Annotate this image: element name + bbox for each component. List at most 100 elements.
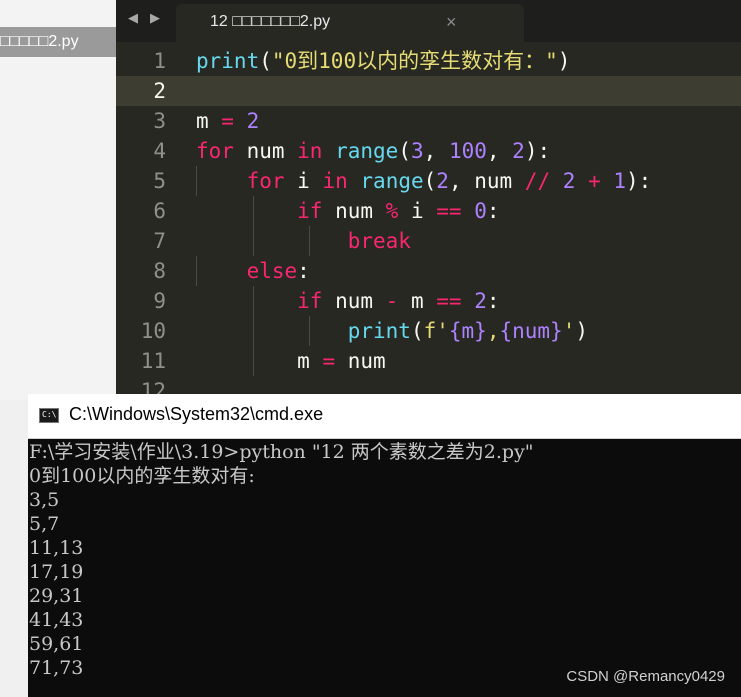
- line-number: 3: [153, 109, 166, 133]
- code-token: num: [322, 199, 386, 223]
- output-line: 0到100以内的孪生数对有:: [29, 465, 255, 487]
- code-token: =: [208, 109, 247, 133]
- code-token: 0: [474, 199, 487, 223]
- code-line: m = num: [196, 346, 651, 376]
- close-icon[interactable]: ×: [446, 12, 457, 33]
- line-number: 2: [153, 79, 166, 103]
- indent-guide: [253, 346, 254, 376]
- code-token: (: [398, 139, 411, 163]
- tab-bar: ◀ ▶ 12 □□□□□□□2.py ×: [116, 0, 741, 42]
- output-line: F:\学习安装\作业\3.19>python "12 两个素数之差为2.py": [29, 441, 534, 463]
- cmd-window[interactable]: C:\ C:\Windows\System32\cmd.exe F:\学习安装\…: [28, 394, 741, 697]
- code-token: 2: [246, 109, 260, 133]
- code-token: m: [196, 109, 209, 133]
- code-line: print(f'{m},{num}'): [196, 316, 651, 346]
- code-token: {m}: [448, 319, 487, 343]
- line-number: 5: [153, 169, 166, 193]
- code-token: ): [557, 49, 571, 73]
- code-token: ,: [486, 139, 513, 163]
- indent-guide: [309, 226, 310, 256]
- code-area[interactable]: print("0到100以内的孪生数对有：") m = 2 for num in…: [196, 46, 651, 376]
- line-number: 10: [140, 319, 166, 343]
- line-number: 7: [153, 229, 166, 253]
- terminal-icon-text: C:\: [42, 410, 57, 419]
- code-token: ': [562, 319, 576, 343]
- code-token: =: [309, 349, 348, 373]
- code-line: if num - m == 2:: [196, 286, 651, 316]
- line-number: 9: [153, 289, 166, 313]
- file-tab-title: 12 □□□□□□□2.py: [210, 13, 331, 30]
- code-token: else: [246, 259, 298, 283]
- code-token: 2: [474, 289, 487, 313]
- code-token: 2: [562, 169, 576, 193]
- code-line: else:: [196, 256, 651, 286]
- output-line: 5,7: [29, 513, 60, 535]
- code-token: :: [486, 289, 500, 313]
- code-token: %: [385, 199, 399, 223]
- code-token: range: [360, 169, 424, 193]
- code-token: :: [486, 199, 500, 223]
- forward-arrow-icon[interactable]: ▶: [150, 10, 160, 26]
- code-token: if: [297, 199, 323, 223]
- cmd-title-bar[interactable]: C:\ C:\Windows\System32\cmd.exe: [28, 394, 741, 439]
- code-token: , num: [448, 169, 525, 193]
- code-token: num: [322, 289, 386, 313]
- code-token: (: [423, 169, 437, 193]
- terminal-icon: C:\: [39, 408, 59, 423]
- code-token: if: [297, 289, 323, 313]
- code-token: :: [297, 259, 310, 283]
- code-token: 100: [448, 139, 487, 163]
- code-token: (: [259, 49, 272, 73]
- code-token: i: [284, 169, 323, 193]
- code-token: f': [423, 319, 449, 343]
- code-token: ): [575, 319, 589, 343]
- code-token: in: [322, 169, 348, 193]
- code-token: (: [410, 319, 424, 343]
- output-line: 41,43: [29, 609, 84, 631]
- indent-guide: [196, 166, 197, 196]
- code-editor[interactable]: ◀ ▶ 12 □□□□□□□2.py × 1 2 3 4 5 6 7 8 9 1…: [116, 0, 741, 400]
- indent-guide: [196, 256, 197, 286]
- code-token: in: [297, 139, 323, 163]
- back-arrow-icon[interactable]: ◀: [128, 10, 138, 26]
- code-token: "0到100以内的孪生数对有：": [271, 49, 558, 73]
- code-token: range: [335, 139, 399, 163]
- code-token: break: [347, 229, 411, 253]
- code-token: for: [196, 139, 234, 163]
- output-line: 17,19: [29, 561, 84, 583]
- code-token: m: [297, 349, 310, 373]
- code-token: num: [347, 349, 386, 373]
- output-line: 3,5: [29, 489, 60, 511]
- line-number: 11: [140, 349, 166, 373]
- code-line: m = 2: [196, 106, 651, 136]
- code-token: m: [398, 289, 437, 313]
- line-number: 8: [153, 259, 166, 283]
- code-token: num: [233, 139, 298, 163]
- code-token: +: [588, 169, 601, 193]
- code-token: print: [347, 319, 411, 343]
- output-line: 59,61: [29, 633, 84, 655]
- indent-guide: [253, 196, 254, 226]
- code-line: for i in range(2, num // 2 + 1):: [196, 166, 651, 196]
- code-token: ,: [486, 319, 500, 343]
- file-tab[interactable]: 12 □□□□□□□2.py ×: [176, 4, 524, 42]
- code-token: -: [385, 289, 399, 313]
- code-line: break: [196, 226, 651, 256]
- cmd-output[interactable]: F:\学习安装\作业\3.19>python "12 两个素数之差为2.py" …: [29, 440, 737, 680]
- code-token: 2: [436, 169, 449, 193]
- code-token: ,: [423, 139, 449, 163]
- code-token: 1: [613, 169, 627, 193]
- code-token: print: [196, 49, 260, 73]
- background-tab[interactable]: □□□□□2.py: [0, 27, 116, 57]
- code-token: i: [398, 199, 437, 223]
- output-line: 29,31: [29, 585, 84, 607]
- code-token: //: [524, 169, 551, 193]
